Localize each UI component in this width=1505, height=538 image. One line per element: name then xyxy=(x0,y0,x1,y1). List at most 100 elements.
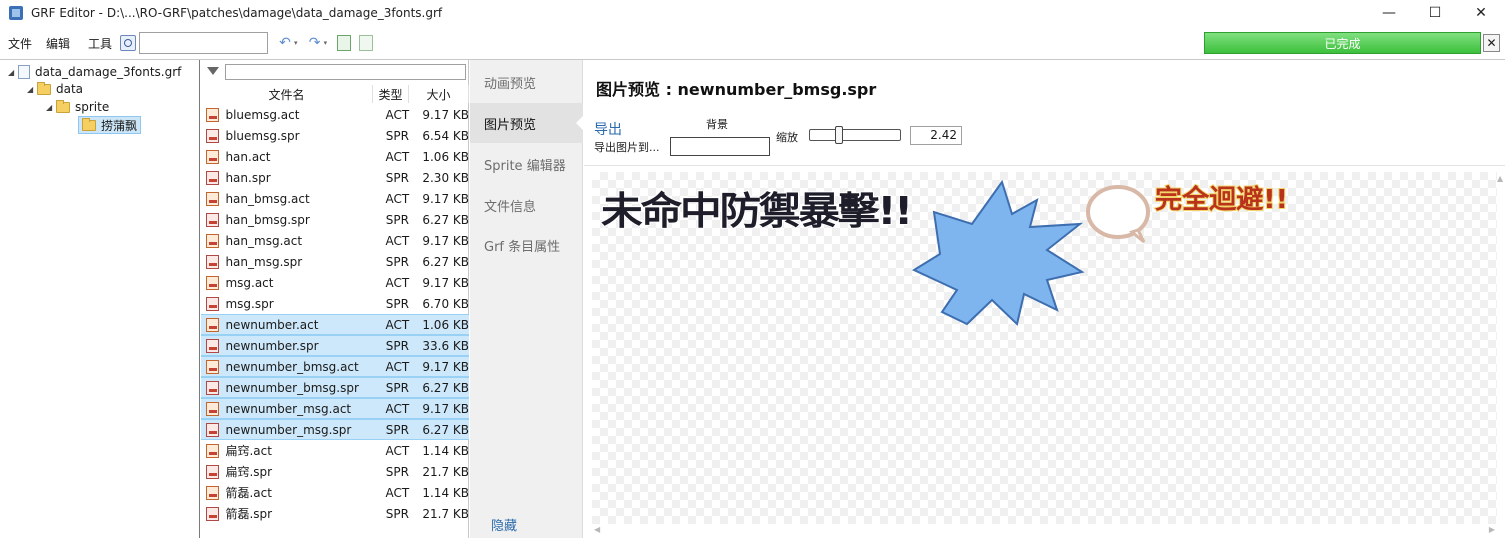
redo-icon[interactable]: ↷ xyxy=(304,33,326,53)
file-row[interactable]: han_msg.spr SPR 6.27 KB xyxy=(201,251,469,272)
expand-arrow-icon[interactable]: ◢ xyxy=(27,85,37,94)
file-row[interactable]: newnumber_bmsg.act ACT 9.17 KB xyxy=(201,356,469,377)
file-size: 9.17 KB xyxy=(422,359,469,374)
file-size: 33.6 KB xyxy=(422,338,469,353)
spr-file-icon xyxy=(206,128,220,143)
zoom-label: 缩放 xyxy=(776,131,798,144)
file-row[interactable]: newnumber_msg.spr SPR 6.27 KB xyxy=(201,419,469,440)
file-name: 扁窍.act xyxy=(225,444,272,458)
file-type: ACT xyxy=(385,443,410,458)
file-row[interactable]: newnumber.spr SPR 33.6 KB xyxy=(201,335,469,356)
divider xyxy=(584,165,1505,166)
file-row[interactable]: msg.spr SPR 6.70 KB xyxy=(201,293,469,314)
file-row[interactable]: newnumber_msg.act ACT 9.17 KB xyxy=(201,398,469,419)
export-to-label[interactable]: 导出图片到... xyxy=(594,139,660,155)
file-list-pane: 文件名 类型 大小 bluemsg.act ACT 9.17 KB bluemsg.s… xyxy=(201,60,469,538)
file-name: han_bmsg.spr xyxy=(225,212,310,227)
close-button[interactable]: ✕ xyxy=(1458,0,1504,26)
tree-item-sprite[interactable]: ◢ sprite xyxy=(46,98,109,116)
file-name: bluemsg.spr xyxy=(225,128,300,143)
file-size: 6.27 KB xyxy=(422,212,469,227)
file-type: SPR xyxy=(385,128,409,143)
file-row[interactable]: han_msg.act ACT 9.17 KB xyxy=(201,230,469,251)
file-type: ACT xyxy=(385,359,410,374)
horizontal-scrollbar[interactable]: ◀ ▶ xyxy=(592,524,1497,536)
file-row[interactable]: han.act ACT 1.06 KB xyxy=(201,146,469,167)
column-header-size[interactable]: 大小 xyxy=(409,85,469,103)
zoom-value-field[interactable]: 2.42 xyxy=(910,126,962,145)
file-row[interactable]: 箭磊.spr SPR 21.7 KB xyxy=(201,503,469,524)
act-file-icon xyxy=(206,359,220,374)
file-type: SPR xyxy=(385,422,409,437)
file-row[interactable]: han_bmsg.spr SPR 6.27 KB xyxy=(201,209,469,230)
file-type: SPR xyxy=(385,464,409,479)
file-row[interactable]: 箭磊.act ACT 1.14 KB xyxy=(201,482,469,503)
menu-file[interactable]: 文件 xyxy=(8,35,32,52)
tree-label-root: data_damage_3fonts.grf xyxy=(35,65,182,79)
file-row[interactable]: newnumber.act ACT 1.06 KB xyxy=(201,314,469,335)
close-progress-button[interactable]: ✕ xyxy=(1483,34,1500,52)
title-bar: GRF Editor - D:\...\RO-GRF\patches\damag… xyxy=(0,0,1505,26)
import-icon[interactable] xyxy=(359,35,374,51)
scroll-right-icon[interactable]: ▶ xyxy=(1489,525,1495,534)
starburst-sprite xyxy=(911,179,1085,326)
file-row[interactable]: han.spr SPR 2.30 KB xyxy=(201,167,469,188)
add-file-icon[interactable] xyxy=(337,35,352,51)
file-row[interactable]: msg.act ACT 9.17 KB xyxy=(201,272,469,293)
zoom-slider-thumb[interactable] xyxy=(835,126,844,144)
tab-grf-entry-properties[interactable]: Grf 条目属性 xyxy=(470,225,583,265)
grf-file-icon xyxy=(18,65,30,79)
hide-link[interactable]: 隐藏 xyxy=(491,515,517,534)
window-title: GRF Editor - D:\...\RO-GRF\patches\damag… xyxy=(31,6,443,20)
minimize-button[interactable]: — xyxy=(1366,0,1412,26)
background-picker[interactable] xyxy=(670,137,770,156)
scroll-left-icon[interactable]: ◀ xyxy=(594,525,600,534)
file-size: 9.17 KB xyxy=(422,191,469,206)
file-name: bluemsg.act xyxy=(225,107,300,122)
menu-edit[interactable]: 编辑 xyxy=(46,35,70,52)
tree-item-root[interactable]: ◢ data_damage_3fonts.grf xyxy=(8,63,181,81)
vertical-scrollbar[interactable]: ▲ xyxy=(1497,172,1505,524)
search-input[interactable] xyxy=(139,32,269,54)
file-type: SPR xyxy=(385,296,409,311)
undo-icon[interactable]: ↶ xyxy=(274,33,296,53)
filter-input[interactable] xyxy=(225,64,466,80)
sprite-canvas[interactable]: 未命中防禦暴擊!! 完全迴避!! xyxy=(592,172,1497,524)
folder-tree: ◢ data_damage_3fonts.grf ◢ data ◢ sprite… xyxy=(0,60,200,538)
expand-arrow-icon[interactable]: ◢ xyxy=(46,103,56,112)
expand-arrow-icon[interactable]: ◢ xyxy=(8,68,18,77)
file-row[interactable]: newnumber_bmsg.spr SPR 6.27 KB xyxy=(201,377,469,398)
filter-icon[interactable] xyxy=(207,67,219,75)
redo-dropdown-icon[interactable]: ▾ xyxy=(324,39,328,47)
zoom-slider[interactable] xyxy=(809,126,901,144)
file-type: ACT xyxy=(385,107,410,122)
tab-image-preview[interactable]: 图片预览 xyxy=(470,103,584,143)
tree-item-data[interactable]: ◢ data xyxy=(27,80,83,98)
tab-animation-preview[interactable]: 动画预览 xyxy=(470,62,583,102)
scroll-up-icon[interactable]: ▲ xyxy=(1497,174,1503,183)
search-icon[interactable] xyxy=(120,35,137,51)
export-link[interactable]: 导出 xyxy=(594,119,622,139)
maximize-button[interactable]: ☐ xyxy=(1412,0,1458,26)
tab-sprite-editor[interactable]: Sprite 编辑器 xyxy=(470,144,583,184)
folder-icon xyxy=(37,81,51,95)
menu-tools[interactable]: 工具 xyxy=(88,35,112,52)
tree-label-selected: 捞蒲飘 xyxy=(101,118,138,133)
column-header-name[interactable]: 文件名 xyxy=(201,85,373,103)
preview-title: 图片预览 : newnumber_bmsg.spr xyxy=(596,80,877,99)
file-name: han_msg.spr xyxy=(225,254,303,269)
spr-file-icon xyxy=(206,212,220,227)
tree-item-selected-folder[interactable]: 捞蒲飘 xyxy=(78,116,142,134)
file-row[interactable]: han_bmsg.act ACT 9.17 KB xyxy=(201,188,469,209)
act-file-icon xyxy=(206,191,220,206)
column-header-type[interactable]: 类型 xyxy=(373,85,409,103)
file-row[interactable]: 扁窍.spr SPR 21.7 KB xyxy=(201,461,469,482)
file-size: 6.70 KB xyxy=(422,296,469,311)
act-file-icon xyxy=(206,401,220,416)
undo-dropdown-icon[interactable]: ▾ xyxy=(294,39,298,47)
file-row[interactable]: 扁窍.act ACT 1.14 KB xyxy=(201,440,469,461)
file-row[interactable]: bluemsg.spr SPR 6.54 KB xyxy=(201,125,469,146)
tab-file-info[interactable]: 文件信息 xyxy=(470,185,583,225)
file-name: newnumber_msg.act xyxy=(225,401,352,416)
file-row[interactable]: bluemsg.act ACT 9.17 KB xyxy=(201,104,469,125)
